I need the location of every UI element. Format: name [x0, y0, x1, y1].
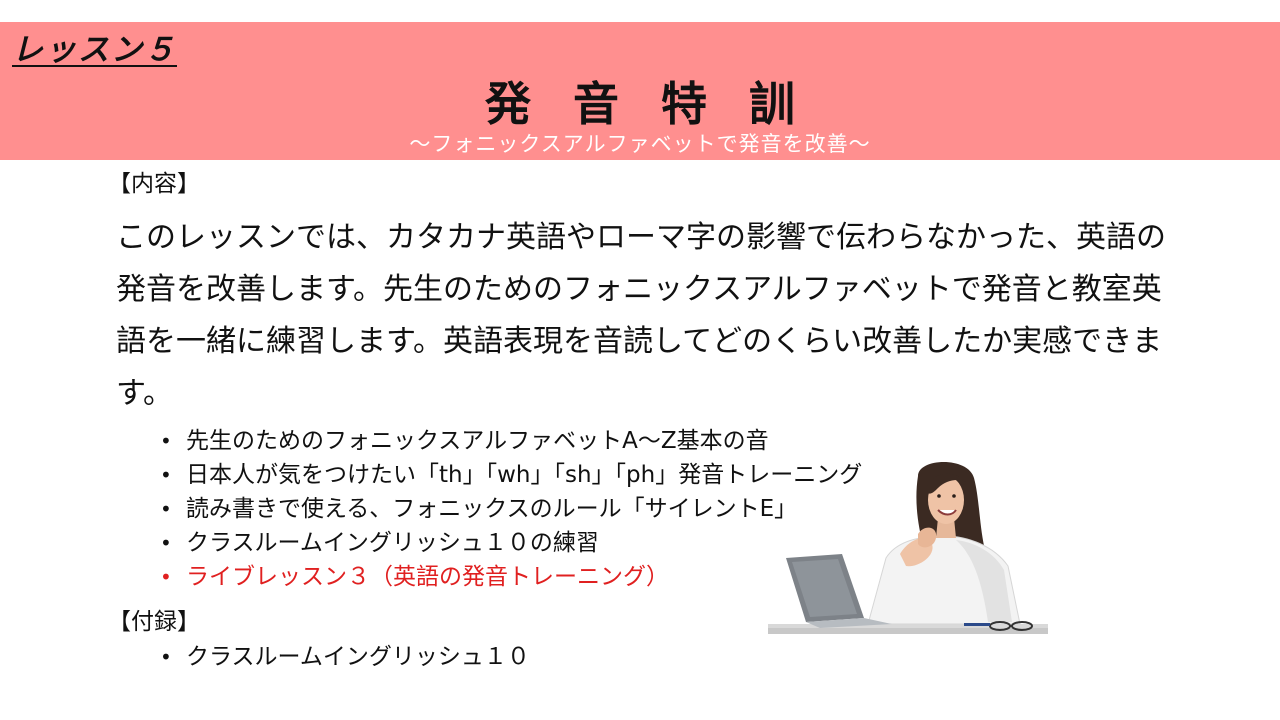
list-item: クラスルームイングリッシュ１０ — [160, 640, 530, 674]
appendix-heading: 【付録】 — [108, 609, 200, 635]
list-item: 先生のためのフォニックスアルファベットA～Z基本の音 — [160, 424, 862, 458]
content-heading: 【内容】 — [108, 171, 200, 197]
woman-with-laptop-photo — [768, 462, 1048, 634]
lesson-topic-list: 先生のためのフォニックスアルファベットA～Z基本の音 日本人が気をつけたい「th… — [160, 424, 862, 594]
list-item-highlighted: ライブレッスン３（英語の発音トレーニング） — [160, 560, 862, 594]
page-title: 発音特訓 — [485, 77, 837, 131]
lesson-description: このレッスンでは、カタカナ英語やローマ字の影響で伝わらなかった、英語の発音を改善… — [116, 220, 1166, 411]
lesson-label: レッスン５ — [12, 32, 177, 68]
list-item: クラスルームイングリッシュ１０の練習 — [160, 526, 862, 560]
appendix-list: クラスルームイングリッシュ１０ — [160, 640, 530, 674]
list-item: 日本人が気をつけたい「th」「wh」「sh」「ph」発音トレーニング — [160, 458, 862, 492]
list-item: 読み書きで使える、フォニックスのルール「サイレントE」 — [160, 492, 862, 526]
page-subtitle: ～フォニックスアルファベットで発音を改善～ — [409, 132, 871, 156]
